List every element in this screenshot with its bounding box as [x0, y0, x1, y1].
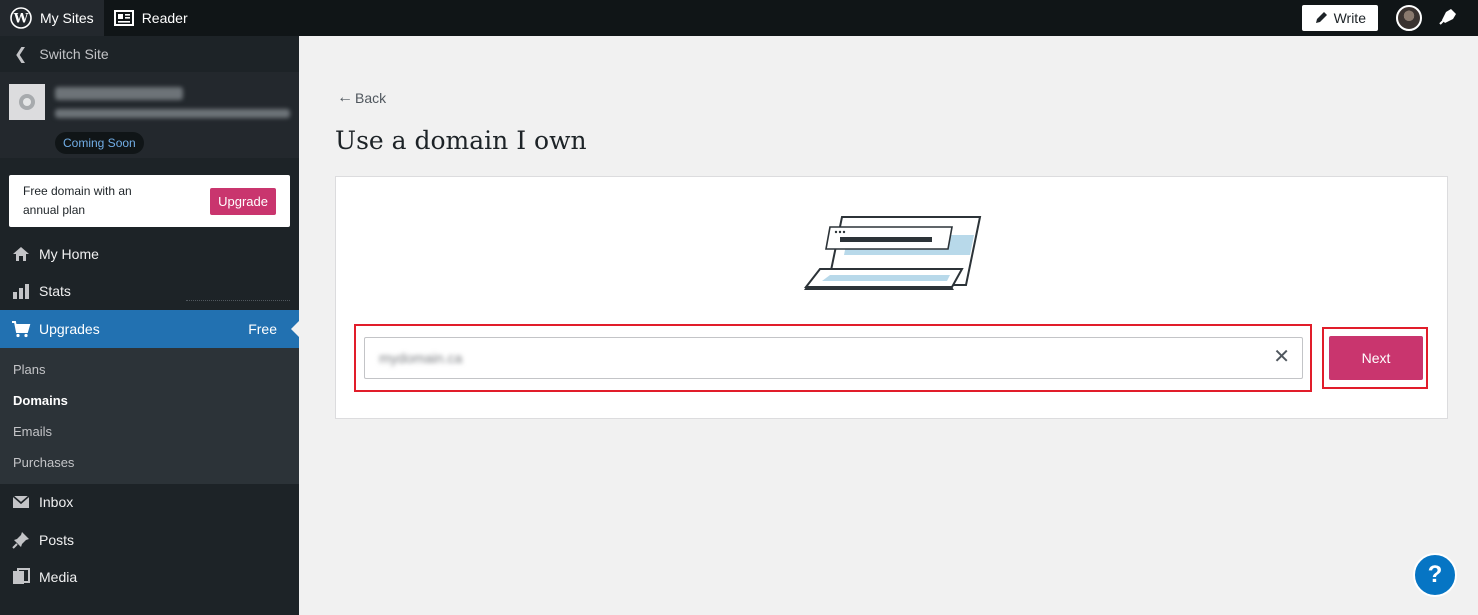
active-indicator	[291, 321, 299, 337]
submenu-item-domains[interactable]: Domains	[0, 385, 299, 416]
submenu-item-emails[interactable]: Emails	[0, 416, 299, 447]
reader-icon	[113, 10, 134, 26]
sidebar-item-stats[interactable]: Stats	[0, 273, 299, 311]
sidebar-item-inbox[interactable]: Inbox	[0, 484, 299, 522]
clear-icon[interactable]: ✕	[1273, 347, 1290, 367]
sidebar: ❮ Switch Site Coming Soon Free domain wi…	[0, 36, 299, 615]
main-content: ← Back Use a domain I own mydomain.ca ✕	[299, 36, 1478, 615]
current-site[interactable]: Coming Soon	[0, 72, 299, 158]
sidebar-item-posts[interactable]: Posts	[0, 521, 299, 559]
my-sites-button[interactable]: W My Sites	[0, 0, 104, 36]
sidebar-item-label: Media	[39, 569, 78, 586]
masterbar: W My Sites Reader Write	[0, 0, 1478, 36]
upgrades-submenu: Plans Domains Emails Purchases	[0, 347, 299, 484]
laptop-illustration-icon	[802, 213, 982, 298]
back-label: Back	[355, 90, 387, 106]
switch-site-label: Switch Site	[39, 46, 109, 62]
reader-label: Reader	[141, 10, 188, 26]
upgrade-button[interactable]: Upgrade	[210, 187, 276, 215]
write-label: Write	[1333, 10, 1366, 26]
upsell-nudge: Free domain with an annual plan Upgrade	[9, 175, 290, 227]
pin-icon	[11, 531, 31, 549]
chevron-left-icon: ❮	[14, 46, 28, 63]
sidebar-item-label: Stats	[39, 283, 71, 300]
sidebar-item-media[interactable]: Media	[0, 559, 299, 597]
avatar[interactable]	[1396, 5, 1422, 31]
page-title: Use a domain I own	[335, 126, 587, 155]
wordpress-icon: W	[10, 7, 32, 29]
input-highlight-box: mydomain.ca ✕	[354, 324, 1312, 392]
sidebar-item-label: Posts	[39, 531, 75, 548]
home-icon	[11, 246, 31, 262]
arrow-left-icon: ←	[337, 89, 353, 106]
site-url-redacted	[55, 109, 290, 118]
help-button[interactable]: ?	[1413, 553, 1457, 597]
my-sites-label: My Sites	[40, 10, 94, 26]
sidebar-menu: My Home Stats Upgrades Free Plans Domain…	[0, 235, 299, 596]
domain-input-value: mydomain.ca	[379, 350, 463, 366]
domain-input[interactable]: mydomain.ca ✕	[364, 337, 1303, 379]
sidebar-item-my-home[interactable]: My Home	[0, 235, 299, 273]
upsell-text: Free domain with an annual plan	[23, 184, 132, 217]
back-button[interactable]: ← Back	[337, 89, 386, 107]
write-button[interactable]: Write	[1301, 5, 1378, 31]
reader-button[interactable]: Reader	[104, 0, 198, 36]
notifications-bell-icon[interactable]	[1438, 6, 1460, 31]
sidebar-item-label: Inbox	[39, 494, 74, 511]
svg-text:W: W	[13, 12, 29, 27]
globe-icon	[9, 84, 45, 120]
next-highlight-box: Next	[1322, 327, 1428, 389]
sidebar-item-upgrades[interactable]: Upgrades Free	[0, 310, 299, 348]
next-button[interactable]: Next	[1329, 336, 1423, 380]
pen-icon	[1315, 12, 1327, 23]
free-badge: Free	[248, 320, 277, 337]
switch-site-button[interactable]: ❮ Switch Site	[0, 36, 299, 72]
mail-icon	[11, 495, 31, 509]
sidebar-item-label: My Home	[39, 245, 99, 262]
status-badge: Coming Soon	[55, 132, 144, 154]
stats-sparkline	[186, 299, 290, 301]
domain-card: mydomain.ca ✕ Next	[335, 176, 1448, 419]
media-icon	[11, 568, 31, 586]
submenu-item-purchases[interactable]: Purchases	[0, 447, 299, 478]
sidebar-item-label: Upgrades	[39, 320, 100, 337]
site-title-redacted	[55, 87, 183, 100]
stats-icon	[11, 283, 31, 300]
cart-icon	[11, 320, 31, 338]
submenu-item-plans[interactable]: Plans	[0, 354, 299, 385]
